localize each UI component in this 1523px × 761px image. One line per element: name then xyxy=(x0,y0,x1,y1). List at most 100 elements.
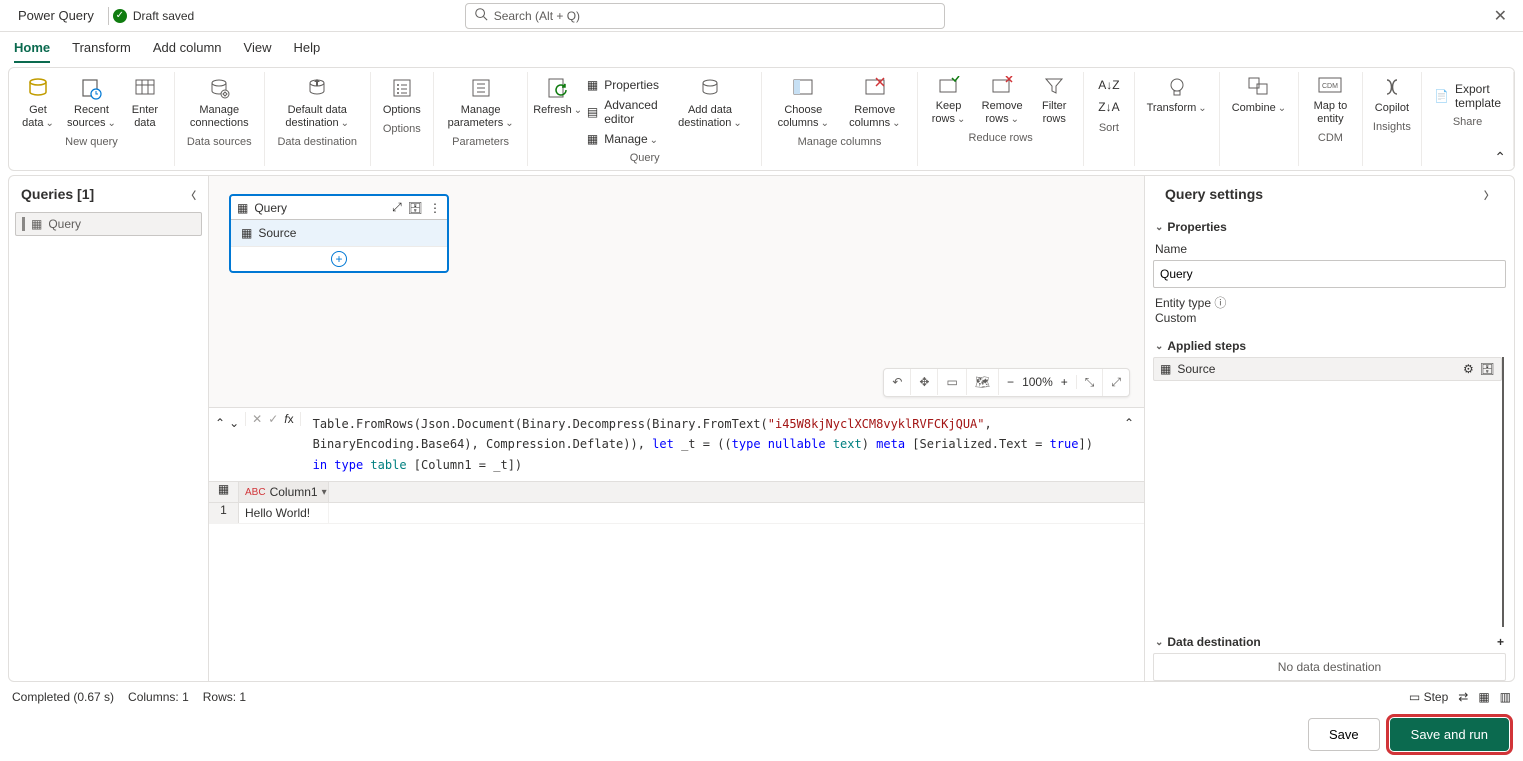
collapse-view-button[interactable]: ⤡ xyxy=(1077,369,1104,396)
query-node[interactable]: ▦ Query ⤢ 🗄 ⋮ ▦ Source + xyxy=(229,194,449,273)
table-icon: ▦ xyxy=(241,226,252,240)
search-input[interactable]: Search (Alt + Q) xyxy=(465,3,945,29)
collapse-settings-button[interactable]: 〉 xyxy=(1484,187,1494,202)
name-label: Name xyxy=(1153,238,1506,260)
query-item-label: Query xyxy=(48,217,81,231)
pan-button[interactable]: ✥ xyxy=(911,369,938,395)
row-index[interactable]: 1 xyxy=(209,503,239,523)
save-and-run-button[interactable]: Save and run xyxy=(1390,718,1509,751)
collapse-queries-button[interactable]: 〈 xyxy=(186,187,196,202)
advanced-editor-button[interactable]: ▤Advanced editor xyxy=(581,96,665,128)
formula-text[interactable]: Table.FromRows(Json.Document(Binary.Deco… xyxy=(307,412,1114,477)
view-toolbar: ↶ ✥ ▭ 🗺 − 100% + ⤡ ⤢ xyxy=(883,368,1130,397)
fx-icon[interactable]: fx xyxy=(284,412,293,426)
manage-button[interactable]: ▦Manage xyxy=(581,130,665,148)
settings-title: Query settings xyxy=(1165,186,1263,202)
grid-view-button[interactable]: ▦ xyxy=(1478,690,1489,704)
queries-title: Queries [1] xyxy=(21,186,94,202)
add-destination-icon xyxy=(698,76,722,100)
accept-formula-button[interactable]: ✓ xyxy=(268,412,278,426)
expand-formula-button[interactable]: ⌃ xyxy=(1120,412,1138,434)
get-data-button[interactable]: Get data xyxy=(15,74,61,132)
cancel-formula-button[interactable]: ✕ xyxy=(252,412,262,426)
column-header[interactable]: ABC Column1 ▾ xyxy=(239,482,329,502)
undo-button[interactable]: ↶ xyxy=(884,369,911,395)
tab-transform[interactable]: Transform xyxy=(72,40,131,63)
remove-rows-button[interactable]: Remove rows xyxy=(973,74,1031,128)
row-index-header[interactable]: ▦ xyxy=(209,482,239,502)
step-name: Source xyxy=(1177,362,1215,376)
step-source[interactable]: ▦ Source ⚙ 🗄 xyxy=(1153,357,1502,381)
tab-view[interactable]: View xyxy=(244,40,272,63)
transform-button[interactable]: Transform xyxy=(1141,74,1213,117)
schema-view-button[interactable]: ▥ xyxy=(1500,690,1511,704)
minimap-button[interactable]: 🗺 xyxy=(967,369,999,395)
remove-columns-button[interactable]: Remove columns xyxy=(839,74,911,132)
fit-button[interactable]: ▭ xyxy=(938,369,966,395)
applied-steps-section[interactable]: ⌄Applied steps xyxy=(1153,331,1506,357)
step-toggle[interactable]: ▭ Step xyxy=(1409,690,1448,704)
keep-rows-button[interactable]: Keep rows xyxy=(924,74,973,128)
refresh-icon xyxy=(546,76,570,100)
manage-connections-button[interactable]: Manage connections xyxy=(181,74,258,132)
zoom-in-button[interactable]: + xyxy=(1061,375,1068,389)
save-button[interactable]: Save xyxy=(1308,718,1380,751)
expand-icon[interactable]: ⤢ xyxy=(392,200,402,215)
collapse-ribbon-button[interactable]: ⌃ xyxy=(1494,149,1506,166)
remove-columns-icon xyxy=(863,76,887,100)
column-dropdown-icon[interactable]: ▾ xyxy=(322,487,327,498)
info-icon[interactable]: ⓘ xyxy=(1214,296,1226,310)
more-icon[interactable]: ⋮ xyxy=(429,201,441,215)
export-template-button[interactable]: 📄 Export template xyxy=(1428,74,1507,112)
diagram-view-button[interactable]: ⇄ xyxy=(1458,690,1468,704)
table-icon: ▦ xyxy=(1160,362,1171,376)
fullscreen-button[interactable]: ⤢ xyxy=(1103,369,1129,396)
choose-columns-icon xyxy=(791,76,815,100)
svg-text:CDM: CDM xyxy=(1322,83,1338,90)
prev-step-button[interactable]: ⌃ xyxy=(215,416,225,430)
node-step-source[interactable]: ▦ Source xyxy=(231,220,447,246)
properties-icon: ▦ xyxy=(587,78,598,92)
properties-section[interactable]: ⌄Properties xyxy=(1153,212,1506,238)
filter-icon xyxy=(1044,76,1064,96)
map-to-entity-button[interactable]: CDM Map to entity xyxy=(1305,74,1356,128)
group-label-data-destination: Data destination xyxy=(277,136,357,148)
separator xyxy=(108,7,109,25)
default-destination-button[interactable]: Default data destination xyxy=(271,74,364,132)
choose-columns-button[interactable]: Choose columns xyxy=(768,74,839,132)
combine-button[interactable]: Combine xyxy=(1226,74,1292,117)
properties-button[interactable]: ▦Properties xyxy=(581,76,665,94)
entity-type-value: Custom xyxy=(1155,311,1196,325)
tab-home[interactable]: Home xyxy=(14,40,50,63)
tab-help[interactable]: Help xyxy=(293,40,320,63)
sort-desc-button[interactable]: Z↓A xyxy=(1092,98,1125,116)
group-label-manage-columns: Manage columns xyxy=(798,136,882,148)
list-icon xyxy=(390,76,414,100)
add-data-destination-button[interactable]: Add data destination xyxy=(665,74,755,132)
close-button[interactable]: ✕ xyxy=(1486,2,1515,30)
db-icon[interactable]: 🗄 xyxy=(408,201,423,215)
filter-rows-button[interactable]: Filter rows xyxy=(1031,74,1077,128)
add-destination-button[interactable]: + xyxy=(1497,635,1504,649)
cell[interactable]: Hello World! xyxy=(239,503,329,523)
refresh-button[interactable]: Refresh xyxy=(534,74,580,119)
query-item[interactable]: ▦ Query xyxy=(15,212,202,236)
enter-data-button[interactable]: Enter data xyxy=(122,74,168,132)
diagram-canvas[interactable]: ▦ Query ⤢ 🗄 ⋮ ▦ Source + ↶ ✥ ▭ xyxy=(209,176,1144,407)
database-icon xyxy=(26,76,50,100)
step-db-icon[interactable]: 🗄 xyxy=(1480,362,1495,376)
options-button[interactable]: Options xyxy=(377,74,427,119)
recent-sources-button[interactable]: Recent sources xyxy=(61,74,122,132)
gear-icon[interactable]: ⚙ xyxy=(1463,362,1474,376)
sort-asc-button[interactable]: A↓Z xyxy=(1092,76,1125,94)
next-step-button[interactable]: ⌄ xyxy=(229,416,239,430)
add-step-button[interactable]: + xyxy=(231,246,447,271)
name-input[interactable] xyxy=(1153,260,1506,288)
formula-bar: ⌃ ⌄ ✕ ✓ fx Table.FromRows(Json.Document(… xyxy=(209,407,1144,481)
manage-parameters-button[interactable]: Manage parameters xyxy=(440,74,522,132)
zoom-level: 100% xyxy=(1022,375,1053,389)
zoom-out-button[interactable]: − xyxy=(1007,375,1014,389)
tab-add-column[interactable]: Add column xyxy=(153,40,222,63)
data-destination-section[interactable]: ⌄Data destination + xyxy=(1153,627,1506,653)
copilot-button[interactable]: Copilot xyxy=(1369,74,1415,117)
